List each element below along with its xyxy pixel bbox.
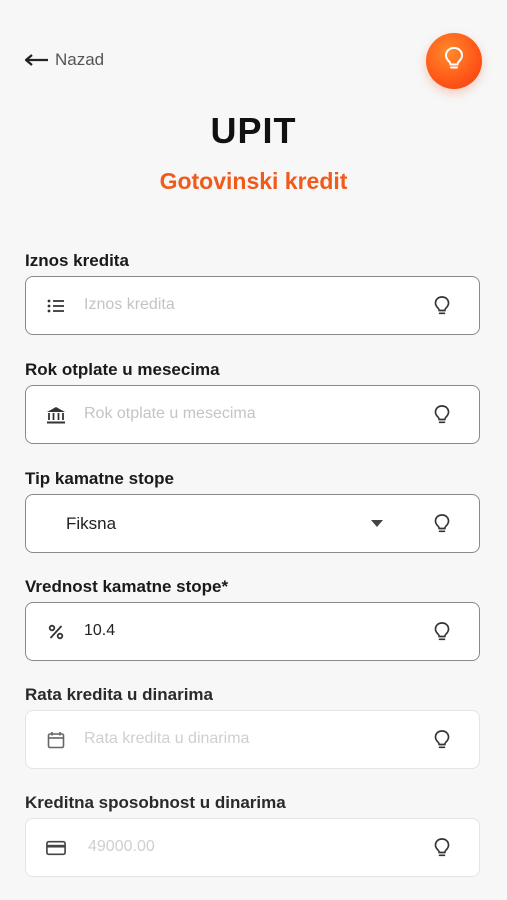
tip-kamatne-stope-label: Tip kamatne stope xyxy=(25,469,174,488)
kreditna-sposobnost-label: Kreditna sposobnost u dinarima xyxy=(25,793,286,812)
lightbulb-icon[interactable] xyxy=(431,512,453,536)
calendar-icon xyxy=(46,730,66,750)
rok-otplate-label: Rok otplate u mesecima xyxy=(25,360,220,379)
list-icon xyxy=(46,296,66,316)
tip-kamatne-stope-select[interactable]: Fiksna xyxy=(25,494,480,553)
iznos-kredita-input[interactable] xyxy=(84,289,404,321)
top-bar: Nazad xyxy=(0,30,507,90)
tips-button[interactable] xyxy=(426,33,482,89)
lightbulb-icon xyxy=(443,46,465,77)
percent-icon xyxy=(46,622,66,642)
rata-kredita-input[interactable] xyxy=(84,723,404,755)
kreditna-sposobnost-field[interactable] xyxy=(25,818,480,877)
arrow-left-icon xyxy=(25,54,49,66)
vrednost-kamatne-stope-label: Vrednost kamatne stope* xyxy=(25,577,229,596)
lightbulb-icon[interactable] xyxy=(431,728,453,752)
lightbulb-icon[interactable] xyxy=(431,294,453,318)
vrednost-kamatne-stope-input[interactable] xyxy=(84,615,404,647)
page-subtitle: Gotovinski kredit xyxy=(159,168,348,194)
page-title: UPIT xyxy=(210,110,297,151)
kreditna-sposobnost-input[interactable] xyxy=(88,831,408,863)
lightbulb-icon[interactable] xyxy=(431,403,453,427)
caret-down-icon[interactable] xyxy=(371,520,383,527)
lightbulb-icon[interactable] xyxy=(431,620,453,644)
back-label: Nazad xyxy=(55,50,105,69)
back-button[interactable]: Nazad xyxy=(25,50,104,70)
lightbulb-icon[interactable] xyxy=(431,836,453,860)
rata-kredita-field[interactable] xyxy=(25,710,480,769)
rok-otplate-field[interactable] xyxy=(25,385,480,444)
rok-otplate-input[interactable] xyxy=(84,398,404,430)
credit-card-icon xyxy=(46,838,66,858)
bank-icon xyxy=(46,405,66,425)
rata-kredita-label: Rata kredita u dinarima xyxy=(25,685,214,704)
iznos-kredita-label: Iznos kredita xyxy=(25,251,129,270)
status-bar xyxy=(0,0,507,28)
select-value: Fiksna xyxy=(66,514,117,533)
iznos-kredita-field[interactable] xyxy=(25,276,480,335)
vrednost-kamatne-stope-field[interactable] xyxy=(25,602,480,661)
